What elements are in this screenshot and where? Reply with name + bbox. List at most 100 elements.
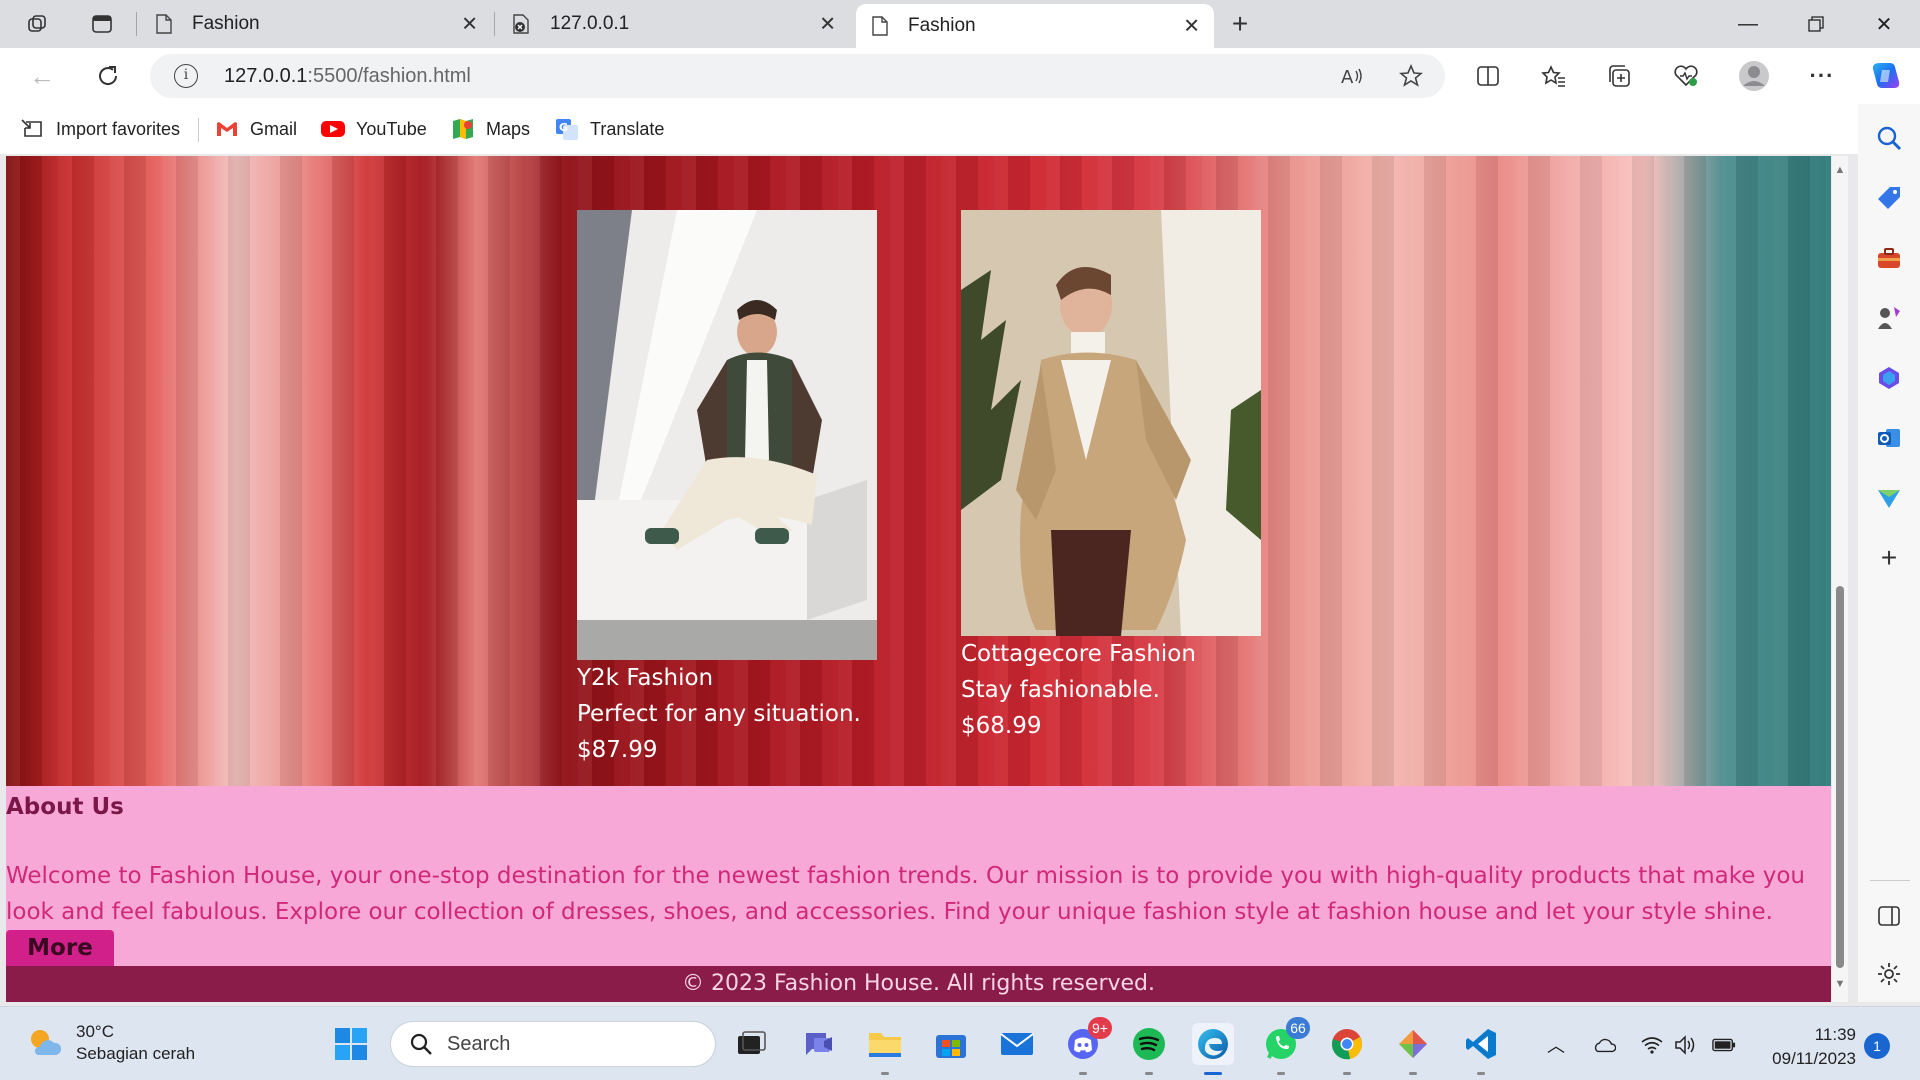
hero-background-image bbox=[6, 156, 1831, 786]
close-window-icon[interactable]: ✕ bbox=[1850, 0, 1918, 48]
windows-start-icon[interactable] bbox=[330, 1023, 372, 1065]
page-viewport: Y2k Fashion Perfect for any situation. $… bbox=[6, 156, 1831, 1002]
weather-desc: Sebagian cerah bbox=[76, 1044, 196, 1063]
close-tab-icon[interactable]: ✕ bbox=[819, 12, 836, 37]
address-bar[interactable]: i 127.0.0.1:5500/fashion.html A bbox=[150, 54, 1445, 98]
tab-fashion-1[interactable]: Fashion ✕ bbox=[140, 0, 492, 48]
outlook-icon[interactable] bbox=[1873, 422, 1905, 454]
minimize-icon[interactable]: — bbox=[1714, 0, 1782, 48]
microsoft-store-icon[interactable] bbox=[930, 1023, 972, 1065]
scroll-down-icon[interactable]: ▼ bbox=[1834, 978, 1846, 990]
scroll-thumb[interactable] bbox=[1836, 586, 1844, 968]
tab-actions-icon[interactable] bbox=[84, 6, 120, 42]
task-view-icon[interactable] bbox=[730, 1023, 772, 1065]
translate-icon: G bbox=[554, 117, 580, 141]
maps-icon bbox=[450, 117, 476, 141]
clock-date: 09/11/2023 bbox=[1772, 1049, 1856, 1068]
workspaces-icon[interactable] bbox=[20, 6, 56, 42]
weather-temp: 30°C bbox=[76, 1022, 114, 1041]
browser-toolbar: ← i 127.0.0.1:5500/fashion.html A ··· bbox=[0, 48, 1920, 104]
youtube-icon bbox=[320, 117, 346, 141]
fav-translate[interactable]: G Translate bbox=[554, 116, 664, 142]
teams-chat-icon[interactable] bbox=[798, 1023, 840, 1065]
favorite-star-icon[interactable] bbox=[1396, 62, 1426, 90]
weather-widget[interactable]: 30°C Sebagian cerah bbox=[26, 1021, 195, 1065]
sourcetree-icon[interactable] bbox=[1392, 1023, 1434, 1075]
settings-more-icon[interactable]: ··· bbox=[1802, 58, 1842, 94]
tab-localhost[interactable]: 127.0.0.1 ✕ bbox=[498, 0, 850, 48]
discord-badge: 9+ bbox=[1088, 1017, 1112, 1039]
drop-send-icon[interactable] bbox=[1873, 482, 1905, 514]
page-footer: © 2023 Fashion House. All rights reserve… bbox=[6, 966, 1831, 1002]
tab-title: Fashion bbox=[908, 15, 976, 36]
svg-text:G: G bbox=[559, 121, 568, 134]
split-screen-icon[interactable] bbox=[1468, 58, 1508, 94]
product-name: Cottagecore Fashion bbox=[961, 641, 1196, 667]
tools-briefcase-icon[interactable] bbox=[1873, 242, 1905, 274]
site-info-icon[interactable]: i bbox=[174, 64, 198, 88]
page-icon bbox=[154, 13, 174, 35]
fav-import-favorites[interactable]: Import favorites bbox=[20, 116, 180, 142]
product-card[interactable]: Y2k Fashion Perfect for any situation. $… bbox=[577, 210, 877, 768]
profile-avatar[interactable] bbox=[1734, 58, 1774, 94]
favorites-bar: Import favorites Gmail YouTube Maps G Tr… bbox=[0, 104, 1920, 154]
discord-icon[interactable]: 9+ bbox=[1062, 1017, 1112, 1075]
product-price: $87.99 bbox=[577, 737, 658, 763]
page-icon bbox=[870, 15, 890, 37]
scroll-up-icon[interactable]: ▲ bbox=[1834, 164, 1846, 176]
tab-fashion-active[interactable]: Fashion ✕ bbox=[856, 4, 1214, 48]
favorites-icon[interactable] bbox=[1534, 58, 1574, 94]
more-button[interactable]: More bbox=[6, 930, 114, 966]
back-icon[interactable]: ← bbox=[22, 58, 62, 94]
add-sidebar-app-icon[interactable]: + bbox=[1873, 542, 1905, 574]
fav-maps[interactable]: Maps bbox=[450, 116, 530, 142]
wifi-icon[interactable] bbox=[1640, 1033, 1664, 1057]
clock-time: 11:39 bbox=[1814, 1025, 1856, 1044]
edge-browser-icon[interactable] bbox=[1192, 1023, 1234, 1075]
copilot-icon[interactable] bbox=[1866, 58, 1906, 94]
page-scrollbar[interactable]: ▲ ▼ bbox=[1832, 156, 1848, 1002]
taskbar-search-placeholder: Search bbox=[447, 1032, 511, 1055]
sidebar-settings-icon[interactable] bbox=[1873, 958, 1905, 990]
show-hidden-icons-chevron[interactable]: ︿ bbox=[1544, 1033, 1568, 1057]
tab-strip: Fashion ✕ 127.0.0.1 ✕ Fashion ✕ + — ✕ bbox=[0, 0, 1920, 48]
product-photo[interactable] bbox=[577, 210, 877, 660]
vscode-icon[interactable] bbox=[1460, 1023, 1502, 1075]
mail-icon[interactable] bbox=[996, 1023, 1038, 1065]
shopping-tag-icon[interactable] bbox=[1873, 182, 1905, 214]
notification-badge[interactable]: 1 bbox=[1864, 1033, 1890, 1059]
games-icon[interactable] bbox=[1873, 302, 1905, 334]
battery-icon[interactable] bbox=[1712, 1033, 1736, 1057]
collections-icon[interactable] bbox=[1600, 58, 1640, 94]
tab-title: 127.0.0.1 bbox=[550, 13, 630, 34]
taskbar-clock[interactable]: 11:39 09/11/2023 bbox=[1748, 1023, 1856, 1071]
product-card[interactable]: Cottagecore Fashion Stay fashionable. $6… bbox=[961, 210, 1261, 744]
onedrive-cloud-icon[interactable] bbox=[1592, 1033, 1616, 1057]
restore-icon[interactable] bbox=[1782, 0, 1850, 48]
product-photo[interactable] bbox=[961, 210, 1261, 636]
search-icon[interactable] bbox=[1873, 122, 1905, 154]
microsoft-365-icon[interactable] bbox=[1873, 362, 1905, 394]
product-tagline: Perfect for any situation. bbox=[577, 701, 861, 727]
spotify-icon[interactable] bbox=[1128, 1023, 1170, 1075]
product-name: Y2k Fashion bbox=[577, 665, 714, 691]
about-text: Welcome to Fashion House, your one-stop … bbox=[6, 863, 1805, 925]
close-tab-icon[interactable]: ✕ bbox=[1183, 14, 1200, 39]
taskbar-search-box[interactable]: Search bbox=[390, 1021, 716, 1067]
about-section: About Us Welcome to Fashion House, your … bbox=[6, 786, 1831, 966]
whatsapp-icon[interactable]: 66 bbox=[1260, 1017, 1310, 1075]
address-url[interactable]: 127.0.0.1:5500/fashion.html bbox=[224, 65, 471, 88]
hide-sidebar-icon[interactable] bbox=[1873, 900, 1905, 932]
chrome-icon[interactable] bbox=[1326, 1023, 1368, 1075]
read-aloud-icon[interactable]: A bbox=[1338, 62, 1368, 90]
new-tab-icon[interactable]: + bbox=[1222, 6, 1258, 42]
refresh-icon[interactable] bbox=[88, 58, 128, 94]
volume-icon[interactable] bbox=[1674, 1033, 1698, 1057]
windows-taskbar: 30°C Sebagian cerah Search 9+ 66 ︿ 11:39… bbox=[0, 1006, 1920, 1080]
edge-sidebar: + bbox=[1858, 104, 1920, 1002]
close-tab-icon[interactable]: ✕ bbox=[461, 12, 478, 37]
fav-gmail[interactable]: Gmail bbox=[214, 116, 297, 142]
file-explorer-icon[interactable] bbox=[864, 1023, 906, 1075]
fav-youtube[interactable]: YouTube bbox=[320, 116, 427, 142]
browser-essentials-icon[interactable] bbox=[1666, 58, 1706, 94]
